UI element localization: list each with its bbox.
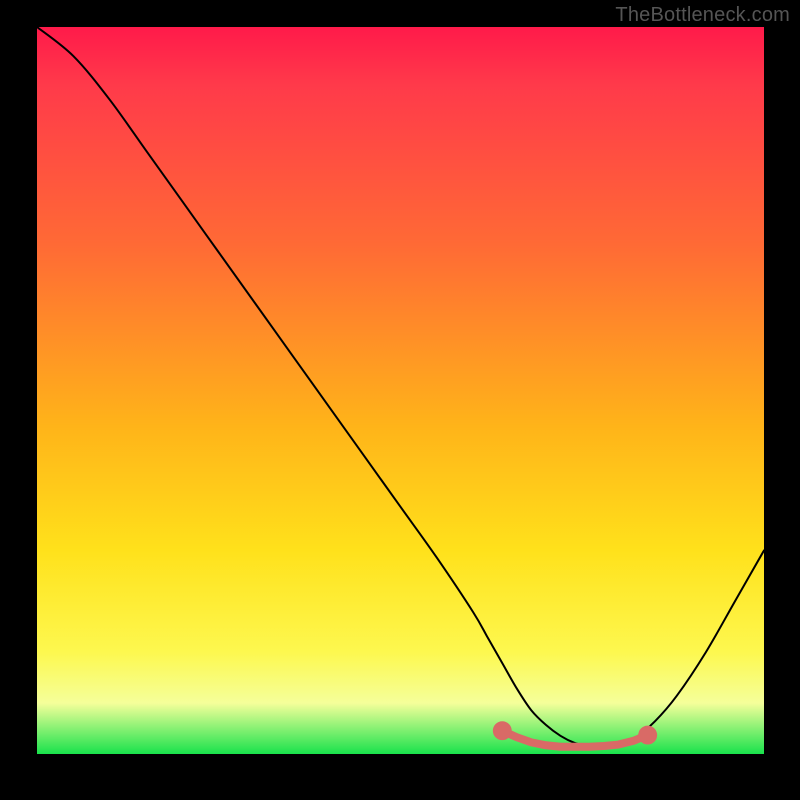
highlight-stroke (502, 731, 647, 747)
chart-frame: TheBottleneck.com (0, 0, 800, 800)
highlight-end-dot (493, 721, 512, 740)
highlight-zone (493, 721, 657, 746)
curve-layer (37, 27, 764, 754)
plot-area (37, 27, 764, 754)
highlight-end-dot (638, 726, 657, 745)
bottleneck-curve (37, 27, 764, 747)
watermark-text: TheBottleneck.com (615, 4, 790, 27)
